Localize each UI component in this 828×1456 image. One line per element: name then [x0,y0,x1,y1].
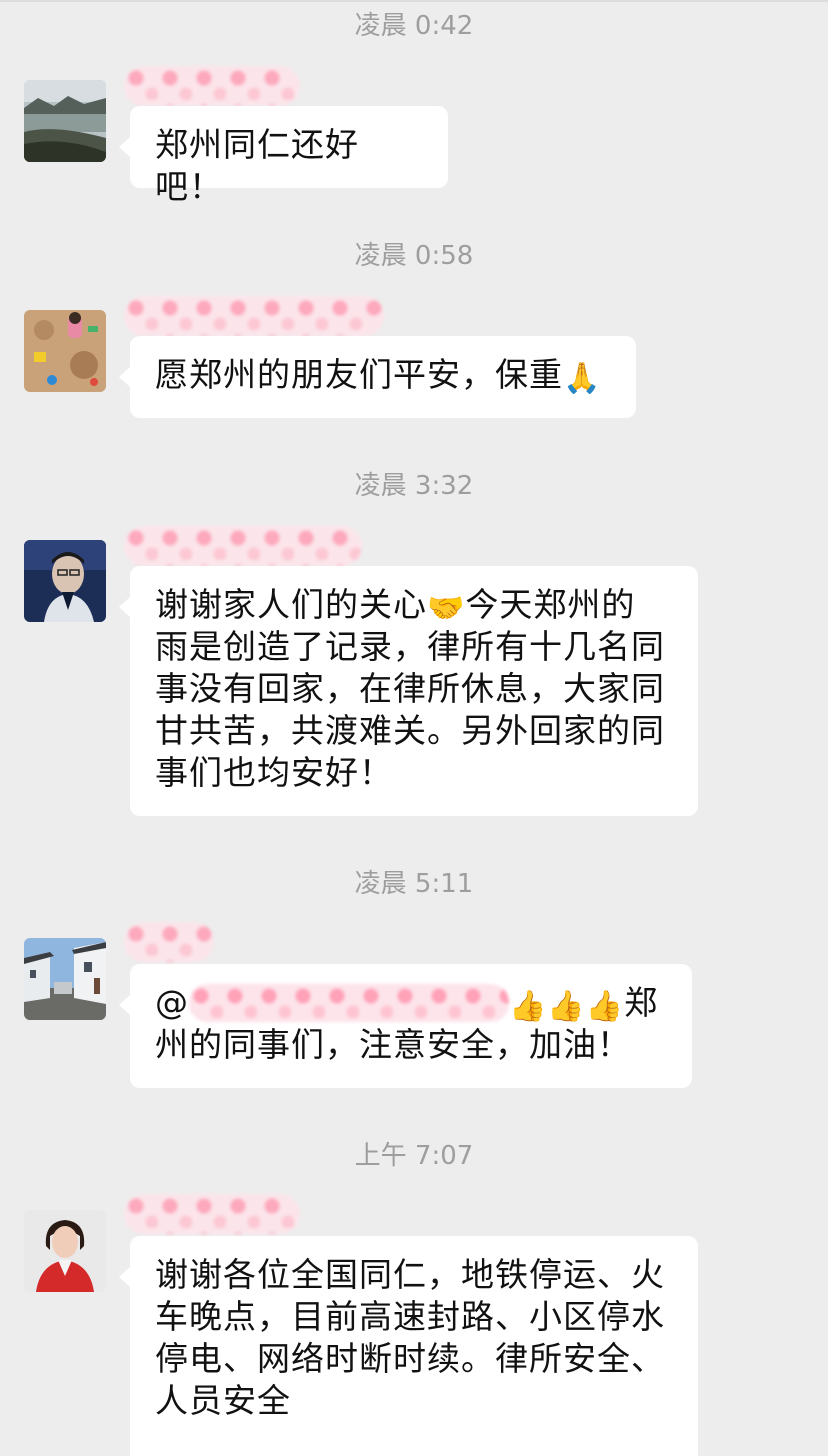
message-text: 今天郑州的 [465,585,636,624]
message-line: 甘共苦，共渡难关。另外回家的同 [155,711,665,750]
sender-name-blurred [124,922,214,962]
message-line: 人员安全 [155,1381,291,1420]
message-text: 愿郑州的朋友们平安，保重 [155,355,563,394]
sender-name-blurred [124,1194,300,1234]
woman-red-jacket-avatar[interactable] [24,1210,106,1292]
timestamp: 凌晨 0:42 [354,11,474,41]
timestamp: 凌晨 0:58 [354,241,474,271]
message-text: 郑州同仁还好吧！ [155,125,359,206]
message-bubble[interactable]: 谢谢各位全国同仁，地铁停运、火 车晚点，目前高速封路、小区停水 停电、网络时断时… [119,1236,698,1456]
message-line: 雨是创造了记录，律所有十几名同 [155,627,665,666]
man-portrait-avatar[interactable] [24,540,106,622]
message-bubble[interactable]: 愿郑州的朋友们平安，保重🙏 [119,336,636,418]
message-line: 事们也均安好！ [155,753,393,792]
chat-window[interactable]: 凌晨 0:42 郑州同仁还好吧！ 凌晨 0:58 愿郑州的朋友们平安，保重🙏 凌… [0,0,828,1456]
folded-hands-emoji: 🙏 [563,361,602,396]
child-playing-sand-avatar[interactable] [24,310,106,392]
message-text: 郑 [624,983,659,1022]
mention-symbol: @ [155,983,189,1022]
sender-name-blurred [124,296,384,336]
sender-name-blurred [124,526,362,566]
message-bubble[interactable]: 郑州同仁还好吧！ [119,106,448,206]
message-line: 谢谢各位全国同仁，地铁停运、火 [155,1255,665,1294]
top-divider [0,0,828,2]
message-bubble[interactable]: 谢谢家人们的关心🤝今天郑州的 雨是创造了记录，律所有十几名同 事没有回家，在律所… [119,566,698,816]
message-bubble[interactable]: @ 👍👍👍郑 州的同事们，注意安全，加油！ [119,964,692,1088]
street-houses-avatar[interactable] [24,938,106,1020]
message-line: 事没有回家，在律所休息，大家同 [155,669,665,708]
timestamp: 凌晨 5:11 [354,869,474,899]
timestamp: 凌晨 3:32 [354,471,474,501]
thumbs-up-emoji: 👍👍👍 [509,989,625,1024]
mention-name-blurred [189,984,509,1022]
sender-name-blurred [124,66,300,106]
message-line: 车晚点，目前高速封路、小区停水 [155,1297,665,1336]
message-text: 谢谢家人们的关心 [155,585,427,624]
landscape-lake-avatar[interactable] [24,80,106,162]
message-line: 州的同事们，注意安全，加油！ [155,1025,631,1064]
timestamp: 上午 7:07 [354,1141,474,1171]
handshake-emoji: 🤝 [427,591,466,626]
message-line: 停电、网络时断时续。律所安全、 [155,1339,665,1378]
